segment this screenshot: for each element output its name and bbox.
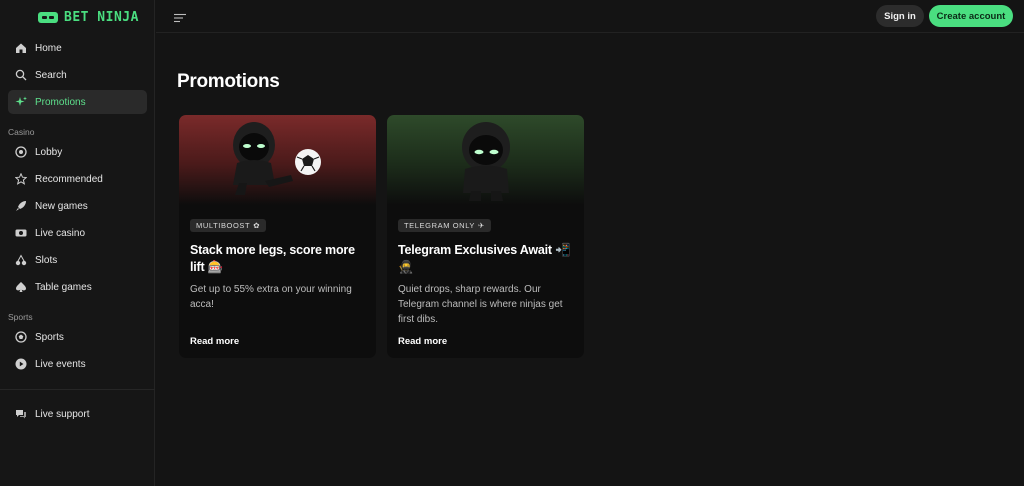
ninja-mask-icon	[38, 11, 58, 23]
sidebar-item-label: Table games	[35, 281, 92, 293]
chat-icon	[15, 408, 27, 420]
home-icon	[15, 42, 27, 54]
sidebar-item-label: Home	[35, 42, 62, 54]
brand-name: BET NINJA	[64, 9, 139, 25]
promo-title: Stack more legs, score more lift 🎰	[190, 243, 355, 274]
promo-card-telegram[interactable]: TELEGRAM ONLY ✈ Telegram Exclusives Awai…	[387, 115, 584, 358]
sidebar-item-label: Live events	[35, 358, 86, 370]
sidebar-item-search[interactable]: Search	[8, 63, 147, 87]
sidebar-item-label: Search	[35, 69, 67, 81]
read-more-link[interactable]: Read more	[190, 336, 239, 347]
page-title: Promotions	[177, 71, 280, 92]
spade-icon	[15, 281, 27, 293]
search-icon	[15, 69, 27, 81]
card-hero	[179, 115, 376, 205]
card-hero	[387, 115, 584, 205]
section-label-casino: Casino	[8, 127, 35, 137]
rocket-icon	[15, 200, 27, 212]
promo-description: Get up to 55% extra on your winning acca…	[190, 284, 352, 310]
sidebar: BET NINJA Home Search Promotions Casino …	[0, 0, 155, 486]
sidebar-item-home[interactable]: Home	[8, 36, 147, 60]
sidebar-item-label: Lobby	[35, 146, 63, 158]
menu-icon[interactable]	[174, 10, 186, 23]
promo-card-multiboost[interactable]: MULTIBOOST ✿ Stack more legs, score more…	[179, 115, 376, 358]
ball-icon	[15, 331, 27, 343]
sidebar-item-live-events[interactable]: Live events	[8, 352, 147, 376]
sidebar-item-table-games[interactable]: Table games	[8, 275, 147, 299]
camera-icon	[15, 227, 27, 239]
star-icon	[15, 173, 27, 185]
sidebar-item-new-games[interactable]: New games	[8, 194, 147, 218]
promo-badge: TELEGRAM ONLY ✈	[398, 219, 491, 232]
sidebar-divider	[0, 389, 155, 390]
sidebar-item-label: Sports	[35, 331, 64, 343]
sidebar-item-promotions[interactable]: Promotions	[8, 90, 147, 114]
flower-icon: ✿	[253, 221, 261, 230]
create-account-button[interactable]: Create account	[929, 5, 1013, 27]
promo-badge-label: TELEGRAM ONLY	[404, 221, 476, 230]
sparkle-icon	[15, 96, 27, 108]
brand-logo[interactable]: BET NINJA	[38, 9, 139, 25]
paper-plane-icon: ✈	[478, 221, 485, 230]
sidebar-item-label: Recommended	[35, 173, 103, 185]
sidebar-item-slots[interactable]: Slots	[8, 248, 147, 272]
sidebar-item-recommended[interactable]: Recommended	[8, 167, 147, 191]
cherries-icon	[15, 254, 27, 266]
ninja-football-illustration	[233, 122, 321, 195]
promo-badge: MULTIBOOST ✿	[190, 219, 267, 232]
section-label-sports: Sports	[8, 312, 33, 322]
read-more-link[interactable]: Read more	[398, 336, 447, 347]
sign-in-button[interactable]: Sign in	[876, 5, 924, 27]
sidebar-item-label: Promotions	[35, 96, 86, 108]
sidebar-item-lobby[interactable]: Lobby	[8, 140, 147, 164]
chip-icon	[15, 146, 27, 158]
sidebar-item-live-support[interactable]: Live support	[8, 402, 147, 426]
sidebar-item-label: Slots	[35, 254, 58, 266]
promo-badge-label: MULTIBOOST	[196, 221, 251, 230]
promo-title: Telegram Exclusives Await 📲🥷	[398, 243, 571, 274]
promo-description: Quiet drops, sharp rewards. Our Telegram…	[398, 284, 563, 325]
sidebar-item-label: Live support	[35, 408, 90, 420]
sidebar-item-label: New games	[35, 200, 88, 212]
sidebar-item-label: Live casino	[35, 227, 86, 239]
ninja-illustration	[462, 122, 510, 201]
sidebar-item-sports[interactable]: Sports	[8, 325, 147, 349]
play-icon	[15, 358, 27, 370]
sidebar-item-live-casino[interactable]: Live casino	[8, 221, 147, 245]
